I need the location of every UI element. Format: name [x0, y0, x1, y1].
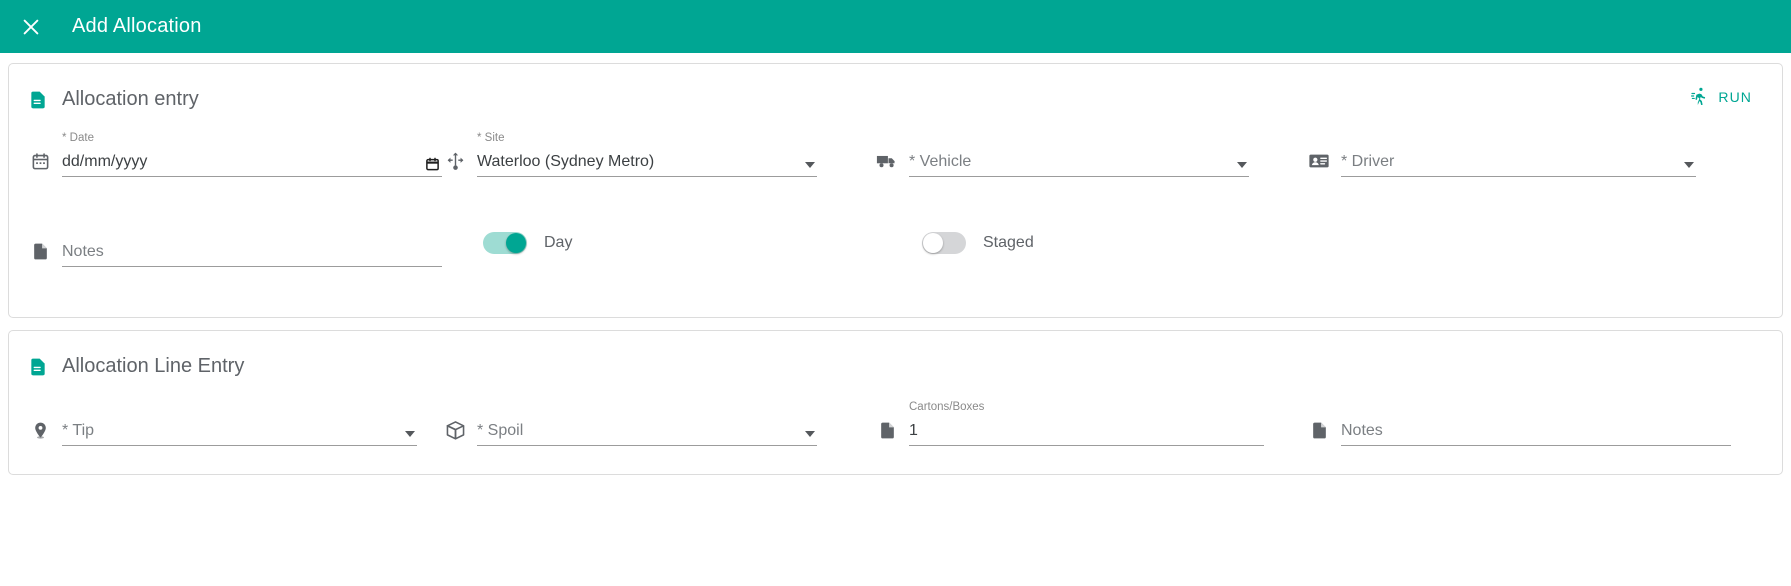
- allocation-entry-row-2: Notes Day Staged: [9, 219, 1782, 267]
- notes-field[interactable]: Notes: [28, 219, 460, 267]
- allocation-entry-card: Allocation entry RUN * Date dd/mm/yyyy *…: [8, 63, 1783, 318]
- chevron-down-icon[interactable]: [1237, 162, 1247, 168]
- allocation-line-entry-title: Allocation Line Entry: [62, 355, 245, 377]
- chevron-down-icon[interactable]: [805, 162, 815, 168]
- truck-icon: [875, 149, 899, 173]
- vehicle-placeholder: * Vehicle: [909, 152, 972, 170]
- allocation-entry-title: Allocation entry: [62, 88, 199, 110]
- chevron-down-icon[interactable]: [405, 431, 415, 437]
- staged-toggle-label: Staged: [983, 234, 1034, 251]
- driver-select[interactable]: * Driver: [1341, 149, 1696, 177]
- site-field[interactable]: * Site Waterloo (Sydney Metro): [443, 129, 875, 177]
- spoil-placeholder: * Spoil: [477, 421, 524, 439]
- note-icon: [1307, 418, 1331, 442]
- tip-field[interactable]: * Tip: [28, 398, 443, 446]
- driver-field[interactable]: * Driver: [1307, 129, 1739, 177]
- spoil-select[interactable]: * Spoil: [477, 418, 817, 446]
- allocation-line-entry-card: Allocation Line Entry * Tip * Spoil Cart…: [8, 330, 1783, 475]
- day-toggle[interactable]: [483, 232, 527, 254]
- note-icon: [28, 239, 52, 263]
- allocation-entry-row-1: * Date dd/mm/yyyy * Site Waterloo (Sydne…: [9, 129, 1782, 177]
- run-button-label: RUN: [1718, 89, 1752, 105]
- app-header: Add Allocation: [0, 0, 1791, 53]
- tip-placeholder: * Tip: [62, 421, 95, 439]
- toggle-knob: [923, 233, 943, 253]
- id-badge-icon: [1307, 149, 1331, 173]
- day-toggle-label: Day: [544, 234, 573, 251]
- allocation-line-entry-header: Allocation Line Entry: [9, 331, 1782, 378]
- date-picker-icon[interactable]: [425, 156, 440, 172]
- date-input[interactable]: * Date dd/mm/yyyy: [62, 132, 442, 177]
- box-icon: [443, 418, 467, 442]
- date-value: dd/mm/yyyy: [62, 152, 148, 170]
- chevron-down-icon[interactable]: [805, 431, 815, 437]
- site-select[interactable]: * Site Waterloo (Sydney Metro): [477, 132, 817, 177]
- line-notes-input[interactable]: Notes: [1341, 418, 1731, 446]
- running-person-icon: [1690, 86, 1709, 108]
- vehicle-field[interactable]: * Vehicle: [875, 129, 1307, 177]
- date-label: * Date: [62, 132, 94, 144]
- spoil-field[interactable]: * Spoil: [443, 398, 875, 446]
- line-notes-placeholder: Notes: [1341, 421, 1383, 439]
- cartons-boxes-input[interactable]: Cartons/Boxes 1: [909, 401, 1264, 446]
- staged-toggle-group[interactable]: Staged: [900, 219, 1300, 267]
- page-title: Add Allocation: [72, 15, 202, 37]
- cartons-boxes-label: Cartons/Boxes: [909, 401, 985, 413]
- allocation-entry-header: Allocation entry RUN: [9, 64, 1782, 111]
- location-pin-icon: [28, 418, 52, 442]
- notes-input[interactable]: Notes: [62, 239, 442, 267]
- staged-toggle[interactable]: [922, 232, 966, 254]
- close-icon[interactable]: [10, 6, 52, 48]
- line-notes-field[interactable]: Notes: [1307, 398, 1739, 446]
- move-arrows-icon: [443, 149, 467, 173]
- allocation-line-entry-row-1: * Tip * Spoil Cartons/Boxes 1 Notes: [9, 398, 1782, 446]
- run-button[interactable]: RUN: [1684, 82, 1758, 112]
- document-icon: [28, 357, 48, 377]
- toggle-knob: [506, 233, 526, 253]
- tip-select[interactable]: * Tip: [62, 418, 417, 446]
- document-icon: [28, 90, 48, 110]
- cartons-boxes-value: 1: [909, 421, 918, 439]
- day-toggle-group[interactable]: Day: [460, 219, 900, 267]
- chevron-down-icon[interactable]: [1684, 162, 1694, 168]
- note-icon: [875, 418, 899, 442]
- cartons-boxes-field[interactable]: Cartons/Boxes 1: [875, 398, 1307, 446]
- vehicle-select[interactable]: * Vehicle: [909, 149, 1249, 177]
- site-label: * Site: [477, 132, 505, 144]
- site-value: Waterloo (Sydney Metro): [477, 152, 655, 170]
- notes-placeholder: Notes: [62, 242, 104, 260]
- date-field[interactable]: * Date dd/mm/yyyy: [28, 129, 443, 177]
- driver-placeholder: * Driver: [1341, 152, 1395, 170]
- calendar-icon: [28, 149, 52, 173]
